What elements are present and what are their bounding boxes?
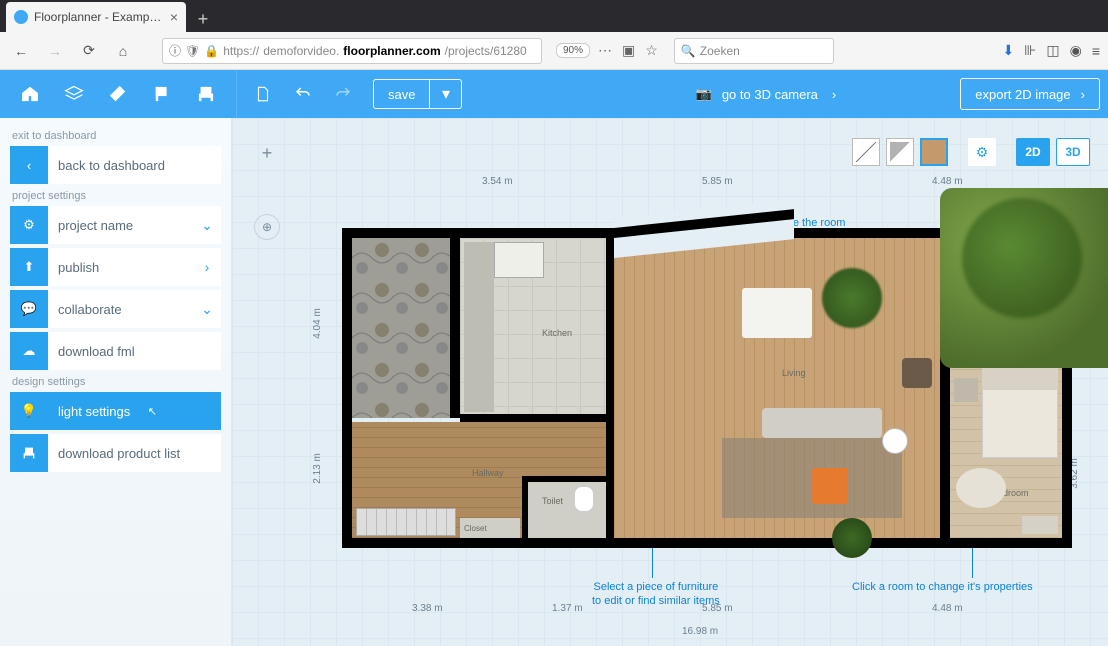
chevron-down-icon: ⌄ <box>193 301 221 318</box>
recenter-button[interactable]: ⊕ <box>254 214 280 240</box>
browser-forward-button[interactable]: → <box>42 38 68 64</box>
more-icon[interactable]: ⋯ <box>598 42 612 59</box>
mode-3d-button[interactable]: 3D <box>1056 138 1090 166</box>
sidebar-item-collaborate[interactable]: 💬 collaborate ⌄ <box>10 290 221 328</box>
library-icon[interactable]: ⊪ <box>1024 42 1036 59</box>
section-label-design: design settings <box>12 376 221 388</box>
chair-icon[interactable] <box>184 70 228 118</box>
info-icon: ⓘ <box>169 42 181 59</box>
tab-title: Floorplanner - Example House <box>34 10 164 24</box>
browser-reload-button[interactable]: ⟳ <box>76 38 102 64</box>
cursor-icon: ↖ <box>148 405 157 418</box>
chair-icon <box>10 434 48 472</box>
view-outline-button[interactable] <box>886 138 914 166</box>
dim-bot-total: 16.98 m <box>682 626 718 637</box>
browser-search-box[interactable]: 🔍 Zoeken <box>674 38 834 64</box>
hint-select-furniture: Select a piece of furniture to edit or f… <box>592 580 720 609</box>
app-topbar: save ▾ 📷 go to 3D camera › export 2D ima… <box>0 70 1108 118</box>
view-controls: ⚙ 2D 3D <box>852 138 1090 166</box>
url-scheme: https:// <box>223 44 259 58</box>
lightbulb-icon: 💡 <box>10 392 48 430</box>
menu-icon[interactable]: ≡ <box>1092 43 1100 59</box>
sidebar-item-publish[interactable]: ⬆ publish › <box>10 248 221 286</box>
hint-click-room: Click a room to change it's properties <box>852 580 1033 594</box>
view-textured-button[interactable] <box>920 138 948 166</box>
url-domain: floorplanner.com <box>343 44 440 58</box>
browser-home-button[interactable]: ⌂ <box>110 38 136 64</box>
room-label-toilet: Toilet <box>542 496 563 506</box>
url-sub: demoforvideo. <box>263 44 339 58</box>
browser-back-button[interactable]: ← <box>8 38 34 64</box>
room-label-living: Living <box>782 368 806 378</box>
layers-icon[interactable] <box>52 70 96 118</box>
section-label-project: project settings <box>12 190 221 202</box>
chevron-right-icon: › <box>193 259 221 275</box>
dim-bot-2: 1.37 m <box>552 603 583 614</box>
goto-3d-camera-button[interactable]: 📷 go to 3D camera › <box>682 78 851 110</box>
sidebar-item-light-settings[interactable]: 💡 light settings ↖ <box>10 392 221 430</box>
download-icon[interactable]: ⬇ <box>1002 42 1014 59</box>
gear-icon: ⚙ <box>10 206 48 244</box>
floorplan-canvas[interactable]: + ⊕ ⚙ 2D 3D 3.54 m 5.85 m 4.48 m 4.04 m … <box>232 118 1108 646</box>
camera-icon: 📷 <box>696 86 712 102</box>
room-label-closet: Closet <box>464 524 487 533</box>
export-2d-image-button[interactable]: export 2D image › <box>960 78 1100 110</box>
search-icon: 🔍 <box>681 44 696 58</box>
back-to-dashboard-button[interactable]: ‹ back to dashboard <box>10 146 221 184</box>
dim-bot-4: 4.48 m <box>932 603 963 614</box>
view-settings-button[interactable]: ⚙ <box>968 138 996 166</box>
search-placeholder: Zoeken <box>700 44 740 58</box>
new-file-icon[interactable] <box>245 76 281 112</box>
section-label-exit: exit to dashboard <box>12 130 221 142</box>
browser-tabstrip: Floorplanner - Example House × + <box>0 0 1108 32</box>
view-wireframe-button[interactable] <box>852 138 880 166</box>
dim-left-1: 4.04 m <box>312 308 323 339</box>
zoom-badge[interactable]: 90% <box>556 43 590 58</box>
url-path: /projects/61280 <box>445 44 527 58</box>
sidebar-item-project-name[interactable]: ⚙ project name ⌄ <box>10 206 221 244</box>
flag-icon[interactable] <box>140 70 184 118</box>
sidebar-item-download-product-list[interactable]: download product list <box>10 434 221 472</box>
cloud-download-icon: ☁ <box>10 332 48 370</box>
new-tab-button[interactable]: + <box>190 6 216 32</box>
dim-left-2: 2.13 m <box>312 453 323 484</box>
dim-bot-1: 3.38 m <box>412 603 443 614</box>
chevron-right-icon: › <box>1081 87 1085 102</box>
left-sidebar: exit to dashboard ‹ back to dashboard pr… <box>0 118 232 646</box>
sidebar-item-download-fml[interactable]: ☁ download fml <box>10 332 221 370</box>
save-dropdown[interactable]: ▾ <box>429 80 461 108</box>
chat-icon: 💬 <box>10 290 48 328</box>
upload-icon: ⬆ <box>10 248 48 286</box>
mode-2d-button[interactable]: 2D <box>1016 138 1050 166</box>
shield-icon: 🛡 <box>185 44 200 58</box>
chevron-left-icon: ‹ <box>10 146 48 184</box>
dim-top-2: 5.85 m <box>702 176 733 187</box>
browser-toolbar: ← → ⟳ ⌂ ⓘ 🛡 🔒 https:// demoforvideo. floor… <box>0 32 1108 70</box>
lock-icon: 🔒 <box>204 44 219 58</box>
chevron-right-icon: › <box>832 87 836 102</box>
dim-top-3: 4.48 m <box>932 176 963 187</box>
redo-button[interactable] <box>325 76 361 112</box>
hammer-icon[interactable] <box>96 70 140 118</box>
close-tab-icon[interactable]: × <box>170 9 178 25</box>
room-label-kitchen: Kitchen <box>542 328 572 338</box>
address-bar[interactable]: ⓘ 🛡 🔒 https:// demoforvideo. floorplanner.… <box>162 38 542 64</box>
reader-icon[interactable]: ▣ <box>622 42 635 59</box>
account-icon[interactable]: ◉ <box>1070 42 1082 59</box>
dim-top-1: 3.54 m <box>482 176 513 187</box>
sidebar-icon[interactable]: ◫ <box>1046 42 1059 59</box>
browser-tab[interactable]: Floorplanner - Example House × <box>6 2 186 32</box>
bookmark-star-icon[interactable]: ☆ <box>645 42 658 59</box>
undo-button[interactable] <box>285 76 321 112</box>
zoom-in-button[interactable]: + <box>254 140 280 166</box>
save-button[interactable]: save <box>374 80 429 108</box>
floorplan[interactable]: Kitchen Living Hallway Toilet <box>342 228 1072 548</box>
room-label-hallway: Hallway <box>472 468 504 478</box>
chevron-down-icon: ⌄ <box>193 217 221 234</box>
tab-favicon <box>14 10 28 24</box>
home-icon[interactable] <box>8 70 52 118</box>
